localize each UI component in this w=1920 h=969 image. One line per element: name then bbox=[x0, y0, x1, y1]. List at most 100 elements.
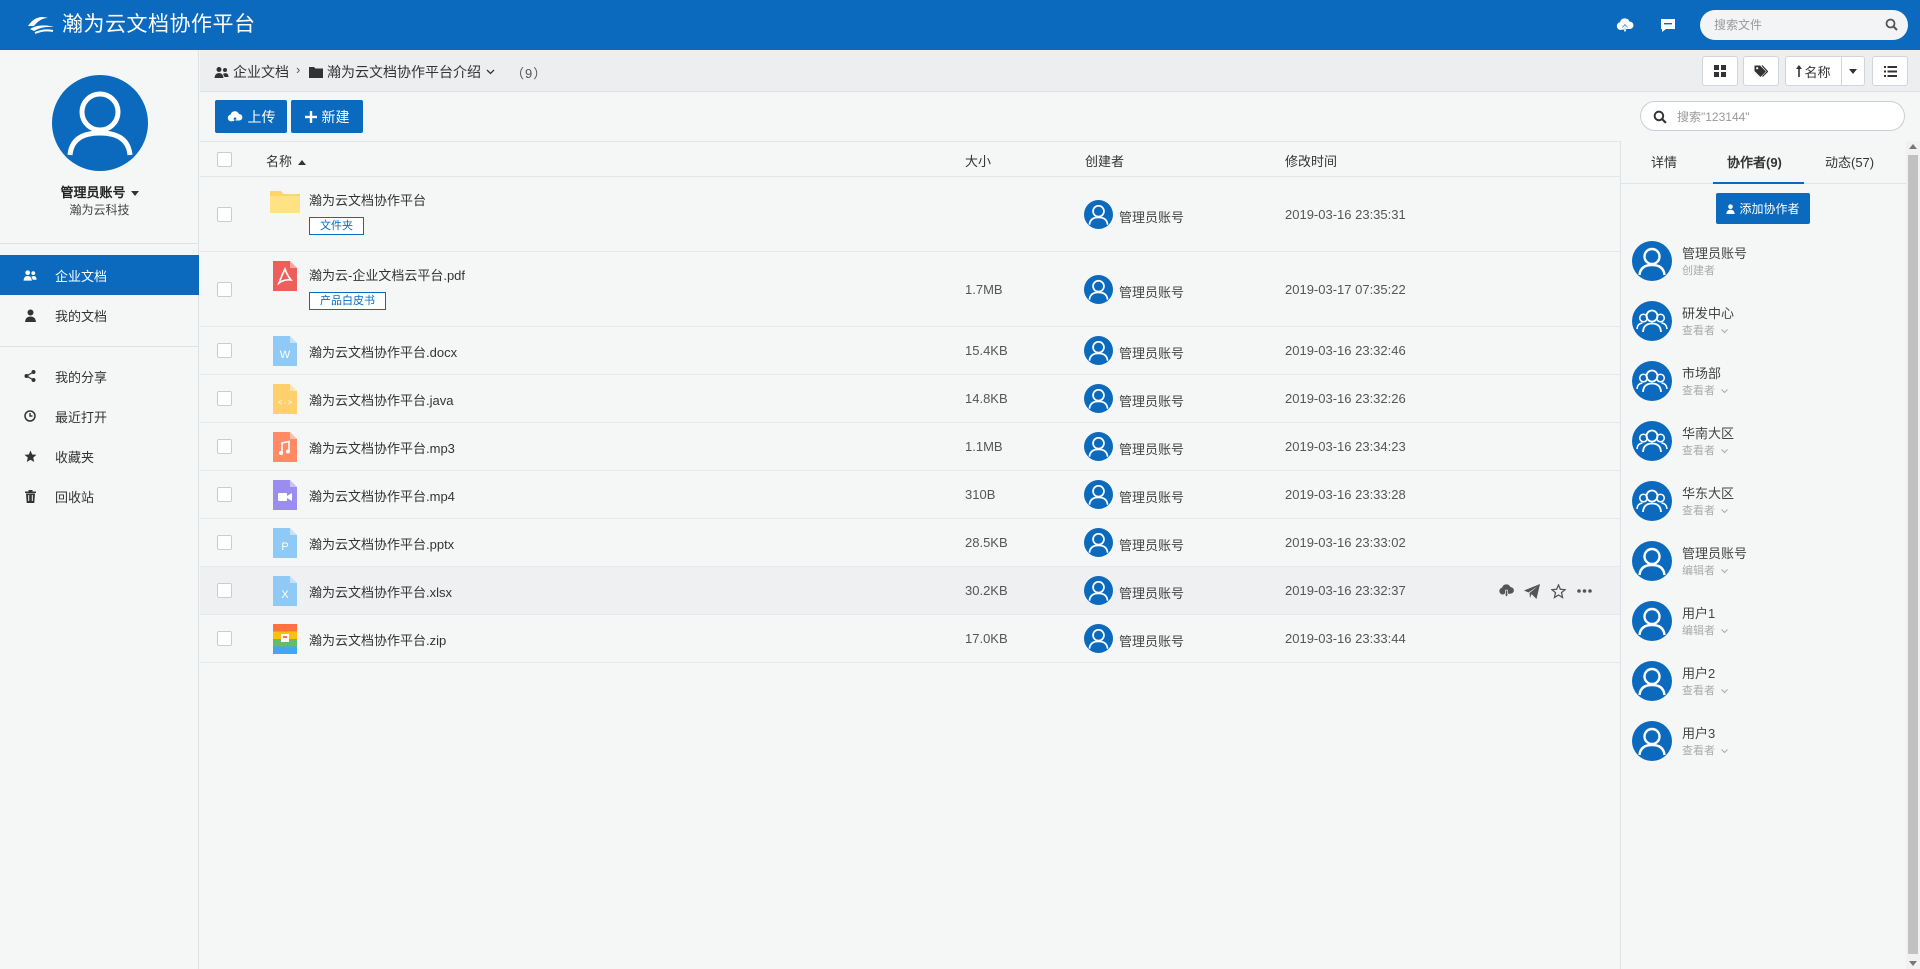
tab-details[interactable]: 详情 bbox=[1651, 152, 1677, 171]
row-checkbox[interactable] bbox=[217, 535, 232, 550]
row-checkbox[interactable] bbox=[217, 391, 232, 406]
table-row[interactable]: 瀚为云文档协作平台 文件夹 管理员账号 2019-03-16 23:35:31 bbox=[200, 177, 1620, 252]
creator-avatar[interactable] bbox=[1084, 432, 1113, 461]
tags-button[interactable] bbox=[1743, 56, 1779, 86]
select-all-checkbox[interactable] bbox=[217, 152, 232, 167]
xlsx-file-icon: X bbox=[273, 576, 297, 606]
file-name[interactable]: 瀚为云文档协作平台.pptx bbox=[309, 534, 454, 553]
user-avatar bbox=[1632, 661, 1672, 701]
table-row[interactable]: 瀚为云-企业文档云平台.pdf 产品白皮书 1.7MB 管理员账号 2019-0… bbox=[200, 252, 1620, 327]
row-checkbox[interactable] bbox=[217, 206, 232, 222]
collaborator-item[interactable]: 市场部 查看者 bbox=[1621, 361, 1907, 411]
grid-view-button[interactable] bbox=[1702, 56, 1738, 86]
star-outline-icon[interactable] bbox=[1549, 582, 1567, 600]
add-collaborator-button[interactable]: 添加协作者 bbox=[1716, 193, 1810, 224]
user-avatar[interactable] bbox=[52, 75, 148, 171]
sort-by-name-button[interactable]: 名称 bbox=[1785, 56, 1842, 86]
creator-avatar[interactable] bbox=[1084, 336, 1113, 365]
row-checkbox[interactable] bbox=[217, 583, 232, 598]
scrollbar[interactable] bbox=[1906, 141, 1920, 969]
file-name[interactable]: 瀚为云文档协作平台.zip bbox=[309, 630, 446, 649]
chat-icon[interactable] bbox=[1657, 14, 1679, 36]
collaborator-item[interactable]: 用户1 编辑者 bbox=[1621, 601, 1907, 651]
column-header-modified[interactable]: 修改时间 bbox=[1285, 151, 1337, 170]
collaborator-item[interactable]: 华南大区 查看者 bbox=[1621, 421, 1907, 471]
collaborator-item[interactable]: 研发中心 查看者 bbox=[1621, 301, 1907, 351]
table-row[interactable]: 瀚为云文档协作平台.mp4 310B 管理员账号 2019-03-16 23:3… bbox=[200, 471, 1620, 519]
more-icon[interactable] bbox=[1575, 582, 1593, 600]
file-name[interactable]: 瀚为云文档协作平台.mp4 bbox=[309, 486, 455, 505]
sidebar-item-my-shares[interactable]: 我的分享 bbox=[0, 356, 199, 396]
table-row[interactable]: <·> 瀚为云文档协作平台.java 14.8KB 管理员账号 2019-03-… bbox=[200, 375, 1620, 423]
row-checkbox[interactable] bbox=[217, 281, 232, 297]
tab-activity[interactable]: 动态(57) bbox=[1825, 152, 1874, 171]
collaborator-role[interactable]: 查看者 bbox=[1682, 502, 1728, 518]
table-row[interactable]: X 瀚为云文档协作平台.xlsx 30.2KB 管理员账号 2019-03-16… bbox=[200, 567, 1620, 615]
collaborator-role[interactable]: 编辑者 bbox=[1682, 622, 1728, 638]
sidebar-item-my-docs[interactable]: 我的文档 bbox=[0, 295, 199, 335]
user-menu[interactable]: 管理员账号 bbox=[0, 182, 199, 201]
creator-avatar[interactable] bbox=[1084, 576, 1113, 605]
sidebar-item-recycle-bin[interactable]: 回收站 bbox=[0, 476, 199, 516]
collaborator-role[interactable]: 查看者 bbox=[1682, 682, 1728, 698]
row-checkbox[interactable] bbox=[217, 343, 232, 358]
list-view-button[interactable] bbox=[1872, 56, 1908, 86]
table-row[interactable]: 瀚为云文档协作平台.mp3 1.1MB 管理员账号 2019-03-16 23:… bbox=[200, 423, 1620, 471]
file-name[interactable]: 瀚为云文档协作平台.mp3 bbox=[309, 438, 455, 457]
new-button[interactable]: 新建 bbox=[291, 100, 363, 133]
send-icon[interactable] bbox=[1523, 582, 1541, 600]
breadcrumb-current[interactable]: 瀚为云文档协作平台介绍 bbox=[309, 62, 495, 82]
row-checkbox[interactable] bbox=[217, 487, 232, 502]
breadcrumb-root[interactable]: 企业文档 bbox=[214, 62, 289, 82]
collaborator-item[interactable]: 用户3 查看者 bbox=[1621, 721, 1907, 771]
collaborator-role[interactable]: 编辑者 bbox=[1682, 562, 1728, 578]
folder-search-input[interactable] bbox=[1677, 108, 1892, 126]
file-name[interactable]: 瀚为云文档协作平台.xlsx bbox=[309, 582, 452, 601]
collaborator-item[interactable]: 华东大区 查看者 bbox=[1621, 481, 1907, 531]
file-tag[interactable]: 文件夹 bbox=[309, 217, 364, 235]
file-name[interactable]: 瀚为云文档协作平台.docx bbox=[309, 342, 457, 361]
table-row[interactable]: W 瀚为云文档协作平台.docx 15.4KB 管理员账号 2019-03-16… bbox=[200, 327, 1620, 375]
row-checkbox[interactable] bbox=[217, 439, 232, 454]
table-row[interactable]: P 瀚为云文档协作平台.pptx 28.5KB 管理员账号 2019-03-16… bbox=[200, 519, 1620, 567]
collaborator-item[interactable]: 管理员账号 创建者 bbox=[1621, 241, 1907, 291]
file-search-input[interactable] bbox=[1714, 16, 1874, 34]
sidebar-item-enterprise-docs[interactable]: 企业文档 bbox=[0, 255, 199, 295]
column-header-name[interactable]: 名称 bbox=[266, 151, 306, 170]
scrollbar-thumb[interactable] bbox=[1908, 155, 1918, 954]
collaborator-role[interactable]: 查看者 bbox=[1682, 742, 1728, 758]
file-tag[interactable]: 产品白皮书 bbox=[309, 292, 386, 310]
scroll-up-arrow-icon[interactable] bbox=[1909, 144, 1917, 149]
folder-search-box[interactable] bbox=[1640, 101, 1905, 131]
file-name[interactable]: 瀚为云文档协作平台 bbox=[309, 190, 426, 209]
table-row[interactable]: 瀚为云文档协作平台.zip 17.0KB 管理员账号 2019-03-16 23… bbox=[200, 615, 1620, 663]
collaborator-item[interactable]: 用户2 查看者 bbox=[1621, 661, 1907, 711]
sidebar-item-favorites[interactable]: 收藏夹 bbox=[0, 436, 199, 476]
file-name[interactable]: 瀚为云文档协作平台.java bbox=[309, 390, 453, 409]
cloud-upload-icon[interactable] bbox=[1614, 14, 1636, 36]
upload-button[interactable]: 上传 bbox=[215, 100, 287, 133]
collaborator-role[interactable]: 查看者 bbox=[1682, 322, 1728, 338]
sort-dropdown-button[interactable] bbox=[1841, 56, 1865, 86]
creator-avatar[interactable] bbox=[1084, 528, 1113, 557]
chevron-down-icon[interactable] bbox=[486, 69, 495, 75]
scroll-down-arrow-icon[interactable] bbox=[1909, 961, 1917, 966]
file-search-box[interactable] bbox=[1700, 10, 1908, 40]
tab-collaborators[interactable]: 协作者(9) bbox=[1727, 152, 1782, 171]
collaborator-role[interactable]: 查看者 bbox=[1682, 442, 1728, 458]
sidebar-item-recent[interactable]: 最近打开 bbox=[0, 396, 199, 436]
column-header-creator[interactable]: 创建者 bbox=[1085, 151, 1124, 170]
app-logo-icon[interactable] bbox=[26, 12, 56, 38]
collaborator-role[interactable]: 查看者 bbox=[1682, 382, 1728, 398]
creator-avatar[interactable] bbox=[1084, 624, 1113, 653]
file-name[interactable]: 瀚为云-企业文档云平台.pdf bbox=[309, 265, 465, 284]
download-icon[interactable] bbox=[1497, 582, 1515, 600]
creator-avatar[interactable] bbox=[1084, 384, 1113, 413]
search-icon[interactable] bbox=[1885, 18, 1898, 31]
creator-avatar[interactable] bbox=[1084, 199, 1113, 229]
collaborator-item[interactable]: 管理员账号 编辑者 bbox=[1621, 541, 1907, 591]
creator-avatar[interactable] bbox=[1084, 274, 1113, 304]
row-checkbox[interactable] bbox=[217, 631, 232, 646]
column-header-size[interactable]: 大小 bbox=[965, 151, 991, 170]
creator-avatar[interactable] bbox=[1084, 480, 1113, 509]
